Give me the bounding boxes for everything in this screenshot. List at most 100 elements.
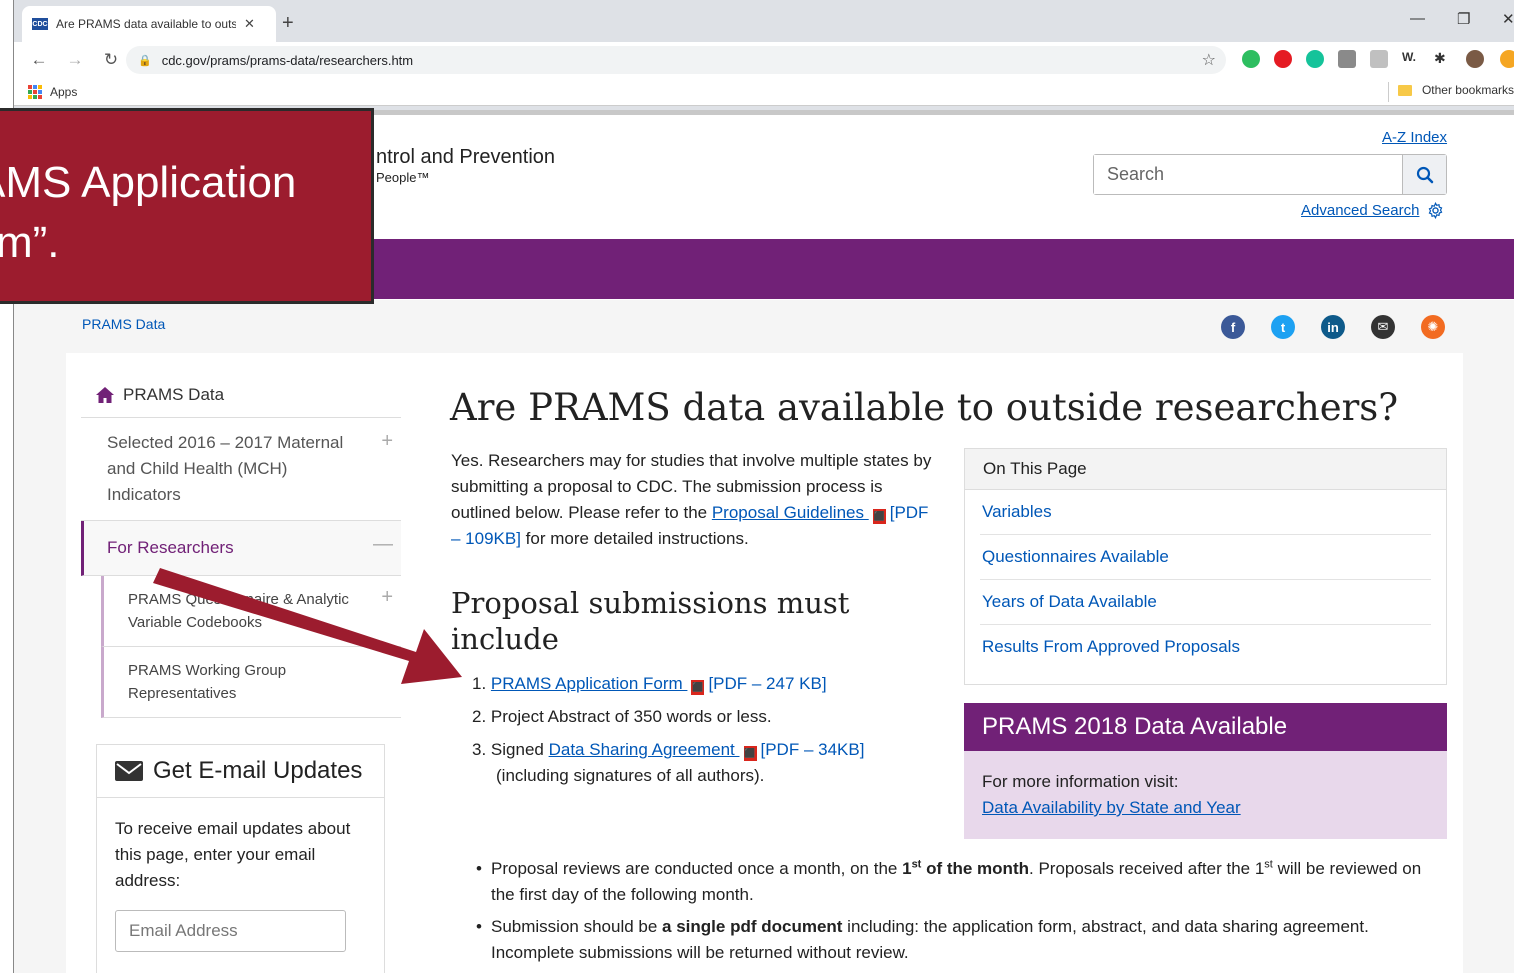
tab-bar: CDC Are PRAMS data available to outs ✕ +… [14, 0, 1514, 42]
nav-sub-label: PRAMS Questionnaire & Analytic Variable … [128, 591, 349, 631]
left-navigation: PRAMS Data Selected 2016 – 2017 Maternal… [81, 373, 401, 718]
callout-line: m”. [0, 218, 60, 267]
pdf-icon: ⬛ [691, 680, 705, 695]
email-updates-box: Get E-mail Updates To receive email upda… [96, 744, 385, 973]
word-extension-icon[interactable]: W. [1402, 50, 1420, 68]
list-item: 3. Signed Data Sharing Agreement ⬛ [PDF –… [472, 737, 932, 789]
bookmark-star-icon[interactable]: ☆ [1202, 50, 1216, 70]
cdc-favicon-icon: CDC [32, 18, 48, 30]
address-bar[interactable]: 🔒 cdc.gov/prams/prams-data/researchers.h… [126, 46, 1226, 74]
advanced-search-link[interactable]: Advanced Search [1301, 202, 1444, 219]
list-item: Proposal reviews are conducted once a mo… [476, 856, 1446, 908]
lock-icon: 🔒 [138, 54, 152, 67]
forward-icon[interactable]: → [64, 50, 86, 70]
nav-item-mch-indicators[interactable]: Selected 2016 – 2017 Maternal and Child … [81, 418, 401, 521]
grammarly-extension-icon[interactable] [1306, 50, 1324, 68]
data-sharing-agreement-link[interactable]: Data Sharing Agreement [549, 740, 740, 759]
list-item: Submission should be a single pdf docume… [476, 914, 1446, 966]
puzzle-extensions-icon[interactable]: ✱ [1434, 50, 1452, 68]
browser-toolbar: ← → ↻ 🔒 cdc.gov/prams/prams-data/researc… [14, 42, 1514, 78]
note-sup: st [1264, 858, 1273, 871]
twitter-icon[interactable]: t [1271, 315, 1295, 339]
otp-link-questionnaires[interactable]: Questionnaires Available [980, 535, 1431, 580]
on-this-page-box: On This Page Variables Questionnaires Av… [964, 448, 1447, 685]
note-text: . Proposals received after the 1 [1029, 859, 1265, 878]
window-close-icon[interactable]: ✕ [1502, 10, 1514, 28]
data-available-box: PRAMS 2018 Data Available For more infor… [964, 703, 1447, 839]
restore-icon[interactable]: ❐ [1457, 10, 1470, 28]
browser-tab[interactable]: CDC Are PRAMS data available to outs ✕ [22, 6, 276, 42]
expand-plus-icon[interactable]: + [381, 428, 393, 454]
list-number: 3. [472, 740, 487, 759]
intro-text-end: for more detailed instructions. [520, 529, 749, 548]
facebook-icon[interactable]: f [1221, 315, 1245, 339]
list-number: 1. [472, 674, 487, 693]
data-available-title: PRAMS 2018 Data Available [964, 703, 1447, 751]
nav-home-item[interactable]: PRAMS Data [81, 373, 401, 418]
note-text: Proposal reviews are conducted once a mo… [491, 859, 903, 878]
breadcrumb[interactable]: PRAMS Data [82, 316, 165, 332]
cast-extension-icon[interactable] [1338, 50, 1356, 68]
otp-link-variables[interactable]: Variables [980, 490, 1431, 535]
email-address-input[interactable] [115, 910, 346, 952]
application-form-link[interactable]: PRAMS Application Form [491, 674, 688, 693]
note-sup: st [911, 858, 922, 871]
envelope-icon [115, 761, 143, 781]
email-icon[interactable]: ✉ [1371, 315, 1395, 339]
on-this-page-title: On This Page [965, 449, 1446, 490]
note-bold: 1 [902, 859, 912, 878]
expand-plus-icon[interactable]: + [381, 586, 393, 609]
data-availability-link[interactable]: Data Availability by State and Year [982, 798, 1241, 817]
collapse-minus-icon[interactable]: — [373, 531, 393, 557]
data-available-body: For more information visit: Data Availab… [964, 751, 1447, 839]
tab-title: Are PRAMS data available to outs [56, 17, 236, 31]
site-search [1093, 154, 1447, 195]
list-text: Signed [490, 740, 549, 759]
nav-sub-questionnaire[interactable]: PRAMS Questionnaire & Analytic Variable … [101, 576, 401, 647]
bookmarks-bar: Apps Other bookmarks [14, 78, 1514, 106]
back-icon[interactable]: ← [28, 50, 50, 70]
syndicate-icon[interactable]: ✺ [1421, 315, 1445, 339]
other-bookmarks-label: Other bookmarks [1421, 83, 1514, 97]
profile-avatar[interactable] [1466, 50, 1484, 68]
email-updates-header: Get E-mail Updates [97, 745, 384, 798]
evernote-extension-icon[interactable] [1242, 50, 1260, 68]
cdc-tagline: People™ [376, 170, 430, 185]
nav-sub-working-group[interactable]: PRAMS Working Group Representatives [101, 647, 401, 718]
apps-label[interactable]: Apps [50, 85, 77, 99]
other-bookmarks[interactable]: Other bookmarks [1397, 83, 1514, 97]
browser-chrome: CDC Are PRAMS data available to outs ✕ +… [14, 0, 1514, 110]
intro-paragraph: Yes. Researchers may for studies that in… [451, 448, 941, 552]
opera-extension-icon[interactable] [1274, 50, 1292, 68]
linkedin-icon[interactable]: in [1321, 315, 1345, 339]
apps-grid-icon[interactable] [28, 84, 42, 99]
submission-notes: Proposal reviews are conducted once a mo… [476, 856, 1446, 972]
annotation-callout: AMS Application m”. [0, 108, 374, 304]
nav-item-for-researchers[interactable]: For Researchers — [81, 521, 401, 576]
extension-icon[interactable] [1370, 50, 1388, 68]
list-item: 2. Project Abstract of 350 words or less… [472, 704, 932, 730]
search-button[interactable] [1402, 155, 1446, 194]
folder-icon [1397, 84, 1412, 96]
nav-home-label: PRAMS Data [123, 385, 225, 404]
email-updates-title: Get E-mail Updates [153, 757, 363, 784]
otp-link-years[interactable]: Years of Data Available [980, 580, 1431, 625]
list-text: Project Abstract of 350 words or less. [490, 707, 772, 726]
az-index-link[interactable]: A-Z Index [1382, 129, 1447, 146]
proposal-guidelines-link[interactable]: Proposal Guidelines [712, 503, 869, 522]
pdf-size-label: [PDF – 34KB] [760, 740, 865, 759]
submission-list: 1. PRAMS Application Form ⬛ [PDF – 247 KB… [472, 671, 932, 796]
cdc-brand-name[interactable]: ntrol and Prevention [376, 146, 555, 169]
page-title: Are PRAMS data available to outside rese… [450, 386, 1399, 429]
tab-close-icon[interactable]: ✕ [244, 16, 255, 32]
otp-link-results[interactable]: Results From Approved Proposals [980, 625, 1431, 669]
update-icon[interactable] [1500, 50, 1514, 68]
reload-icon[interactable]: ↻ [100, 50, 122, 70]
data-available-label: For more information visit: [982, 772, 1179, 791]
note-bold: a single pdf document [662, 917, 843, 936]
minimize-icon[interactable]: — [1410, 10, 1425, 27]
new-tab-icon[interactable]: + [282, 12, 294, 35]
search-input[interactable] [1094, 155, 1402, 194]
nav-item-label: For Researchers [107, 538, 234, 557]
note-bold: of the month [921, 859, 1029, 878]
